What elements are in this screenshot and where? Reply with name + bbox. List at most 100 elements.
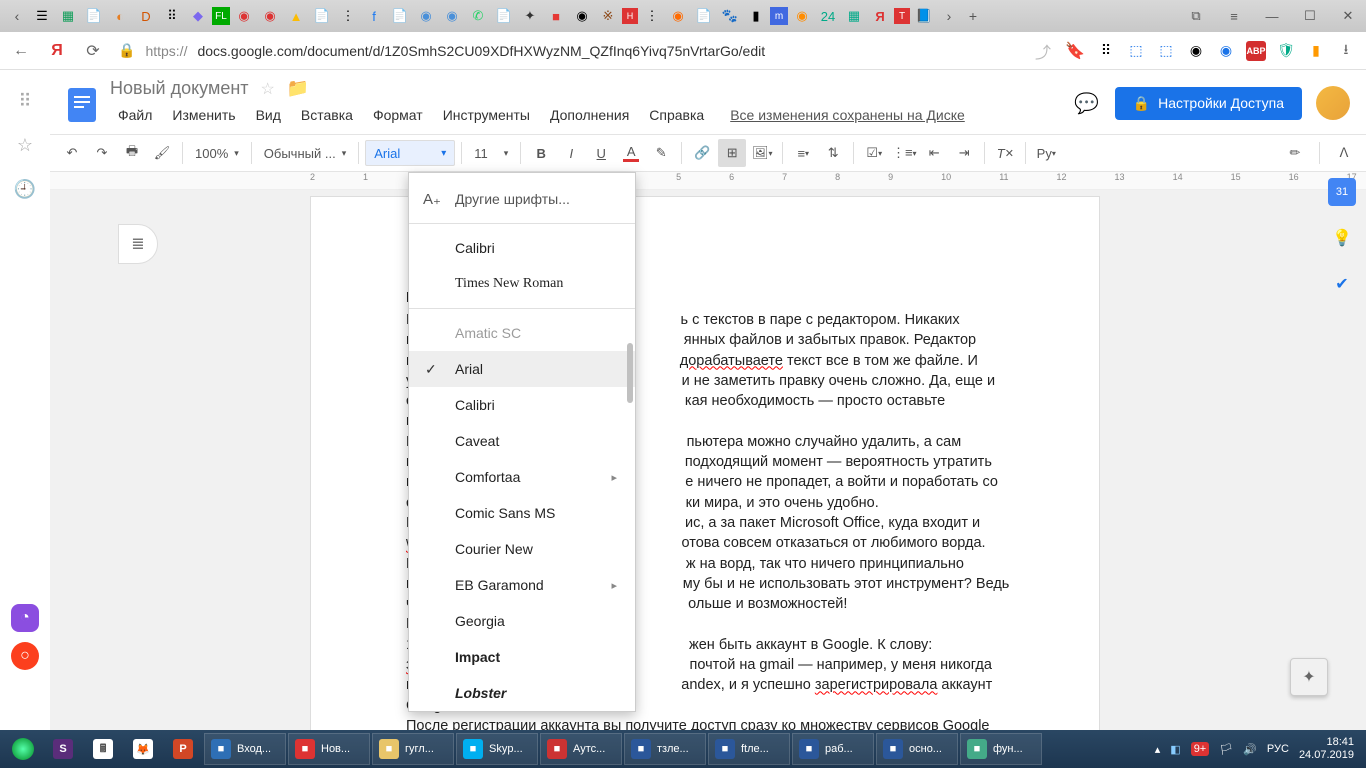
scrollbar-thumb[interactable] <box>627 343 633 403</box>
menu-file[interactable]: Файл <box>110 105 160 125</box>
editing-mode-icon[interactable]: ✏ <box>1281 139 1309 167</box>
font-item[interactable]: Calibri <box>409 387 635 423</box>
tab-icon[interactable]: m <box>770 7 788 25</box>
taskbar-app[interactable]: ■Вход... <box>204 733 286 765</box>
more-fonts-item[interactable]: Другие шрифты... <box>409 181 635 217</box>
user-avatar[interactable] <box>1316 86 1350 120</box>
tab-icon[interactable]: FL <box>212 7 230 25</box>
tab-icon[interactable]: ✦ <box>518 4 542 28</box>
bold-icon[interactable]: B <box>527 139 555 167</box>
window-minimize-icon[interactable]: — <box>1260 4 1284 28</box>
bookmark-icon[interactable]: 🔖 <box>1064 40 1086 62</box>
tab-next-icon[interactable]: › <box>938 5 960 27</box>
tab-icon[interactable]: 📄 <box>492 4 516 28</box>
taskbar-app[interactable]: ■осно... <box>876 733 958 765</box>
url-box[interactable]: 🔒 https://docs.google.com/document/d/1Z0… <box>118 42 765 59</box>
font-item[interactable]: Lora <box>409 711 635 712</box>
folder-icon[interactable]: 📁 <box>287 78 309 99</box>
nav-back-icon[interactable]: ← <box>10 40 32 62</box>
tab-prev-icon[interactable]: ‹ <box>6 5 28 27</box>
bullets-icon[interactable]: ⋮≡▾ <box>890 139 918 167</box>
ruler[interactable]: 21123456789101112131415161718 <box>50 172 1366 190</box>
ext-icon[interactable]: ⠿ <box>1096 41 1116 61</box>
tab-icon[interactable]: 🐾 <box>718 4 742 28</box>
taskbar-app[interactable]: ■Нов... <box>288 733 370 765</box>
tab-icon[interactable]: ☰ <box>30 4 54 28</box>
ext-icon[interactable]: ⬚ <box>1156 41 1176 61</box>
adblock-icon[interactable]: ABP <box>1246 41 1266 61</box>
font-item[interactable]: ✓Arial <box>409 351 635 387</box>
align-icon[interactable]: ≡▾ <box>789 139 817 167</box>
style-dropdown[interactable]: Обычный ...▾ <box>258 139 352 167</box>
menu-view[interactable]: Вид <box>248 105 289 125</box>
print-icon[interactable]: 🖶 <box>118 139 146 167</box>
indent-icon[interactable]: ⇥ <box>950 139 978 167</box>
font-item[interactable]: Courier New <box>409 531 635 567</box>
tray-clock[interactable]: 18:41 24.07.2019 <box>1299 736 1354 762</box>
tab-icon[interactable]: ◉ <box>414 4 438 28</box>
alice-icon[interactable]: ◔ <box>11 604 39 632</box>
explore-button[interactable]: ✦ <box>1290 658 1328 696</box>
font-item[interactable]: Comic Sans MS <box>409 495 635 531</box>
tab-icon[interactable]: ◆ <box>186 4 210 28</box>
collapse-toolbar-icon[interactable]: ᐱ <box>1330 139 1358 167</box>
ext-icon[interactable]: 🛡 <box>1276 41 1296 61</box>
menu-help[interactable]: Справка <box>641 105 712 125</box>
font-size-dropdown[interactable]: 11▾ <box>468 139 514 167</box>
taskbar-app[interactable]: ■фун... <box>960 733 1042 765</box>
tab-icon[interactable]: ※ <box>596 4 620 28</box>
outdent-icon[interactable]: ⇤ <box>920 139 948 167</box>
tray-notification-badge[interactable]: 9+ <box>1191 742 1210 756</box>
tray-lang[interactable]: РУС <box>1267 743 1289 755</box>
font-item[interactable]: Comfortaa▸ <box>409 459 635 495</box>
ext-icon[interactable]: ◉ <box>1216 41 1236 61</box>
task-pinned[interactable]: 🖩 <box>84 733 122 765</box>
font-item[interactable]: Amatic SC <box>409 315 635 351</box>
window-maximize-icon[interactable]: ☐ <box>1298 4 1322 28</box>
share-button[interactable]: 🔒 Настройки Доступа <box>1115 87 1302 120</box>
tab-icon[interactable]: ◉ <box>570 4 594 28</box>
task-pinned[interactable]: S <box>44 733 82 765</box>
text-color-icon[interactable]: A <box>617 139 645 167</box>
font-item[interactable]: Lobster <box>409 675 635 711</box>
highlight-icon[interactable]: ✎ <box>647 139 675 167</box>
link-icon[interactable]: 🔗 <box>688 139 716 167</box>
menu-tools[interactable]: Инструменты <box>435 105 538 125</box>
ext-icon[interactable]: ▮ <box>1306 41 1326 61</box>
redo-icon[interactable]: ↷ <box>88 139 116 167</box>
font-item[interactable]: Impact <box>409 639 635 675</box>
tab-icon[interactable]: ▮ <box>744 4 768 28</box>
menu-addons[interactable]: Дополнения <box>542 105 637 125</box>
taskbar-app[interactable]: ■Skyp... <box>456 733 538 765</box>
font-item[interactable]: EB Garamond▸ <box>409 567 635 603</box>
font-item[interactable]: Caveat <box>409 423 635 459</box>
taskbar-app[interactable]: ■раб... <box>792 733 874 765</box>
tab-icon[interactable]: 24 <box>816 4 840 28</box>
tray-arrow-icon[interactable]: ▴ <box>1155 743 1161 756</box>
tab-icon[interactable]: 📄 <box>82 4 106 28</box>
tray-volume-icon[interactable]: 🔊 <box>1243 743 1257 756</box>
comments-icon[interactable]: 💬 <box>1073 89 1101 117</box>
spellcheck-icon[interactable]: Ру▾ <box>1032 139 1060 167</box>
outline-toggle-icon[interactable]: ≣ <box>118 224 158 264</box>
tab-icon[interactable]: ⋮ <box>640 4 664 28</box>
underline-icon[interactable]: U <box>587 139 615 167</box>
tab-icon[interactable]: 📄 <box>692 4 716 28</box>
tab-icon[interactable]: 📄 <box>310 4 334 28</box>
tab-icon[interactable]: D <box>134 4 158 28</box>
tab-icon[interactable]: 📘 <box>912 4 936 28</box>
tabs-overview-icon[interactable]: ⧉ <box>1184 4 1208 28</box>
font-dropdown[interactable]: Arial ▾ <box>365 140 455 166</box>
yandex-home-icon[interactable]: ○ <box>11 642 39 670</box>
side-star-icon[interactable]: ☆ <box>14 134 36 156</box>
doc-title[interactable]: Новый документ <box>110 78 249 99</box>
side-apps-icon[interactable]: ⠿ <box>14 90 36 112</box>
tab-icon[interactable]: ▦ <box>56 4 80 28</box>
task-pinned[interactable]: P <box>164 733 202 765</box>
new-tab-icon[interactable]: + <box>962 5 984 27</box>
tab-icon[interactable]: ⠿ <box>160 4 184 28</box>
image-icon[interactable]: 🖼▾ <box>748 139 776 167</box>
tab-icon[interactable]: f <box>362 4 386 28</box>
tab-icon[interactable]: ◉ <box>666 4 690 28</box>
tab-icon[interactable]: T <box>894 8 910 24</box>
